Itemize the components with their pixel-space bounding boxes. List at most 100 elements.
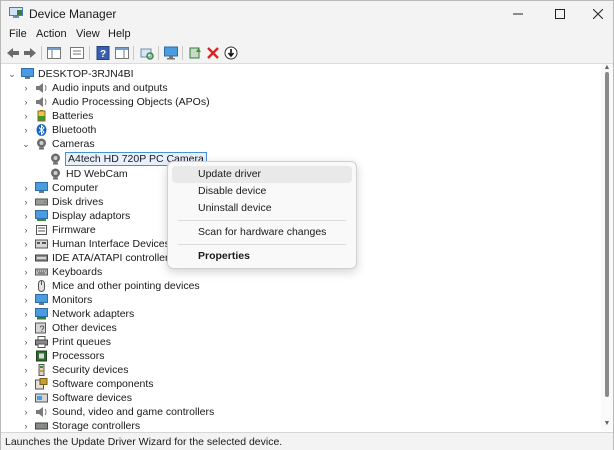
tree-node-mice[interactable]: › Mice and other pointing devices: [21, 279, 200, 293]
expand-chevron-icon[interactable]: ›: [21, 419, 31, 431]
expand-chevron-icon[interactable]: ›: [21, 307, 31, 321]
display-adapter-icon: [35, 210, 48, 221]
menu-item-uninstall-device[interactable]: Uninstall device: [172, 200, 352, 217]
tree-node-audio-inputs[interactable]: › Audio inputs and outputs: [21, 81, 168, 95]
expand-chevron-icon[interactable]: ›: [21, 405, 31, 419]
tree-root[interactable]: ⌄ DESKTOP-3RJN4BI: [7, 67, 134, 81]
tree-node-label: Firmware: [52, 224, 96, 236]
scroll-down-arrow-icon[interactable]: ▼: [603, 420, 611, 427]
tree-node-audio-processing[interactable]: › Audio Processing Objects (APOs): [21, 95, 210, 109]
tree-node-label: Human Interface Devices: [52, 238, 170, 250]
disable-device-button[interactable]: [223, 45, 239, 61]
expand-chevron-icon[interactable]: ›: [21, 377, 31, 391]
collapse-chevron-icon[interactable]: ⌄: [21, 137, 31, 151]
computer-monitor-button[interactable]: [163, 45, 179, 61]
properties-button[interactable]: [69, 45, 85, 61]
uninstall-device-button[interactable]: [205, 45, 221, 61]
tree-node-software-components[interactable]: › Software components: [21, 377, 154, 391]
tree-node-label: Security devices: [52, 364, 129, 376]
expand-chevron-icon[interactable]: ›: [21, 181, 31, 195]
menu-action[interactable]: Action: [34, 28, 69, 40]
collapse-chevron-icon[interactable]: ⌄: [7, 67, 17, 81]
tree-node-hd-webcam[interactable]: HD WebCam: [49, 167, 128, 181]
tree-node-label: Mice and other pointing devices: [52, 280, 200, 292]
expand-chevron-icon[interactable]: ›: [21, 95, 31, 109]
tree-node-storage[interactable]: › Storage controllers: [21, 419, 141, 431]
expand-chevron-icon[interactable]: ›: [21, 223, 31, 237]
expand-chevron-icon[interactable]: ›: [21, 363, 31, 377]
expand-chevron-icon[interactable]: ›: [21, 237, 31, 251]
expand-chevron-icon[interactable]: ›: [21, 391, 31, 405]
maximize-button[interactable]: [541, 1, 579, 27]
expand-chevron-icon[interactable]: ›: [21, 279, 31, 293]
tree-node-cameras[interactable]: ⌄ Cameras: [21, 137, 94, 151]
vertical-scrollbar[interactable]: ▲ ▼: [601, 64, 613, 431]
tree-node-label: Software devices: [52, 392, 132, 404]
show-hide-console-tree-button[interactable]: [46, 45, 62, 61]
expand-chevron-icon[interactable]: ›: [21, 209, 31, 223]
expand-chevron-icon[interactable]: ›: [21, 109, 31, 123]
title-bar: Device Manager: [1, 1, 613, 27]
expand-chevron-icon[interactable]: ›: [21, 293, 31, 307]
help-button[interactable]: ?: [95, 45, 111, 61]
menu-item-update-driver[interactable]: Update driver: [172, 166, 352, 183]
expand-chevron-icon[interactable]: ›: [21, 335, 31, 349]
tree-node-software-devices[interactable]: › Software devices: [21, 391, 132, 405]
tree-node-network[interactable]: › Network adapters: [21, 307, 134, 321]
tree-node-disk-drives[interactable]: › Disk drives: [21, 195, 104, 209]
menu-item-label: Update driver: [198, 168, 262, 180]
tree-node-hid[interactable]: › Human Interface Devices: [21, 237, 170, 251]
processor-icon: [36, 350, 47, 362]
tree-node-label: IDE ATA/ATAPI controllers: [52, 252, 174, 264]
expand-chevron-icon[interactable]: ›: [21, 123, 31, 137]
tree-node-monitors[interactable]: › Monitors: [21, 293, 92, 307]
uninstall-device-icon: [207, 47, 219, 59]
tree-node-security[interactable]: › Security devices: [21, 363, 128, 377]
tree-node-computer[interactable]: › Computer: [21, 181, 98, 195]
expand-chevron-icon[interactable]: ›: [21, 81, 31, 95]
tree-node-ide[interactable]: › IDE ATA/ATAPI controllers: [21, 251, 174, 265]
tree-node-bluetooth[interactable]: › Bluetooth: [21, 123, 96, 137]
scan-hardware-button[interactable]: [139, 45, 155, 61]
tree-node-processors[interactable]: › Processors: [21, 349, 105, 363]
expand-chevron-icon[interactable]: ›: [21, 195, 31, 209]
show-hide-console-tree-icon: [47, 47, 61, 59]
expand-chevron-icon[interactable]: ›: [21, 265, 31, 279]
menu-item-disable-device[interactable]: Disable device: [172, 183, 352, 200]
expand-chevron-icon[interactable]: ›: [21, 251, 31, 265]
tree-node-label: Sound, video and game controllers: [52, 406, 215, 418]
forward-icon: [24, 48, 36, 58]
toolbar-separator: [158, 46, 159, 60]
tree-node-print-queues[interactable]: › Print queues: [21, 335, 111, 349]
scroll-up-arrow-icon[interactable]: ▲: [603, 64, 611, 71]
expand-chevron-icon[interactable]: ›: [21, 349, 31, 363]
properties-icon: [70, 47, 84, 59]
menu-view[interactable]: View: [74, 28, 102, 40]
computer-monitor-icon: [164, 46, 178, 60]
tree-node-batteries[interactable]: › Batteries: [21, 109, 93, 123]
menu-help[interactable]: Help: [106, 28, 133, 40]
scrollbar-thumb[interactable]: [605, 72, 609, 397]
minimize-button[interactable]: [499, 1, 537, 27]
menu-item-label: Uninstall device: [198, 202, 272, 214]
menu-item-label: Scan for hardware changes: [198, 226, 327, 238]
back-button[interactable]: [5, 45, 21, 61]
tree-node-display-adaptors[interactable]: › Display adaptors: [21, 209, 130, 223]
tree-node-label: Keyboards: [52, 266, 103, 278]
close-button[interactable]: [579, 1, 614, 27]
menu-file[interactable]: File: [7, 28, 29, 40]
tree-node-other-devices[interactable]: › ? Other devices: [21, 321, 117, 335]
update-driver-button[interactable]: [187, 45, 203, 61]
menu-item-scan-hardware[interactable]: Scan for hardware changes: [172, 224, 352, 241]
forward-button[interactable]: [22, 45, 38, 61]
tree-node-label: Audio inputs and outputs: [52, 82, 168, 94]
tree-node-sound[interactable]: › Sound, video and game controllers: [21, 405, 215, 419]
menu-item-properties[interactable]: Properties: [172, 248, 352, 265]
menu-separator: [178, 244, 346, 245]
expand-chevron-icon[interactable]: ›: [21, 321, 31, 335]
action-pane-button[interactable]: [114, 45, 130, 61]
tree-node-firmware[interactable]: › Firmware: [21, 223, 96, 237]
tree-node-label: Monitors: [52, 294, 93, 306]
hid-icon: [35, 239, 48, 249]
tree-node-keyboards[interactable]: › Keyboards: [21, 265, 103, 279]
